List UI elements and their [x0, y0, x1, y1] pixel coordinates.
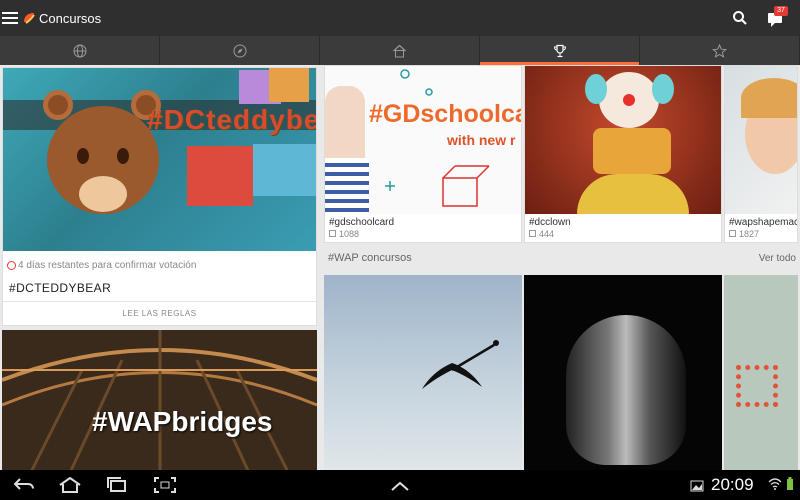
contest-image: #GDschoolca with new r: [325, 66, 521, 214]
section-title: #WAP concursos: [328, 252, 412, 264]
candy-shape: [736, 365, 778, 407]
face-portrait: [566, 315, 686, 465]
photos-icon: [729, 230, 736, 237]
wifi-icon: [768, 478, 782, 490]
bear-ear: [43, 90, 73, 120]
days-left-text: 4 días restantes para confirmar votación: [18, 259, 197, 271]
home-icon: [393, 44, 406, 57]
wapbridges-contest-image[interactable]: #WAPbridges: [2, 330, 317, 470]
back-icon[interactable]: [12, 477, 36, 493]
tile-count: 1827: [725, 228, 797, 242]
home-nav-icon[interactable]: [57, 477, 83, 493]
featured-image[interactable]: #DCteddybear: [3, 68, 316, 251]
tab-contests[interactable]: [480, 36, 640, 65]
tab-home[interactable]: [320, 36, 480, 65]
deadline-info: 4 días restantes para confirmar votación: [3, 251, 316, 273]
tab-favorites[interactable]: [640, 36, 800, 65]
bear-eye: [117, 148, 129, 164]
timer-icon: [7, 260, 16, 270]
contest-tile[interactable]: #wapshapemac 1827: [724, 65, 798, 243]
star-icon: [712, 43, 727, 58]
action-bar: Concursos 37: [0, 0, 800, 36]
tile-label: #dcclown: [529, 217, 571, 228]
clown-body: [577, 174, 689, 214]
menu-icon[interactable]: [2, 12, 18, 24]
clown-accordion: [593, 128, 671, 174]
bear-muzzle: [79, 176, 127, 212]
tab-explore[interactable]: [0, 36, 160, 65]
trophy-icon: [553, 44, 566, 57]
page-title: Concursos: [39, 10, 102, 26]
photos-icon: [329, 230, 336, 237]
search-icon[interactable]: [732, 10, 748, 26]
clown-nose: [623, 94, 635, 106]
contest-tile[interactable]: #dcclown 444: [524, 65, 722, 243]
tile-label: #gdschoolcard: [329, 217, 395, 228]
contest-content: #DCteddybear 4 días restantes para confi…: [0, 65, 800, 470]
toy-block: [253, 144, 316, 196]
contest-image: [725, 66, 797, 214]
wap-contest-tile[interactable]: [324, 275, 522, 470]
wap-contests-row: [324, 275, 800, 470]
tile-count-value: 1827: [739, 228, 760, 239]
tab-discover[interactable]: [160, 36, 320, 65]
bear-eye: [77, 148, 89, 164]
contest-name: #DCTEDDYBEAR: [9, 281, 112, 295]
app-logo: [22, 11, 36, 25]
contest-image: [525, 66, 721, 214]
gallery-notification-icon: [690, 480, 704, 492]
read-rules-button[interactable]: LEE LAS REGLAS: [3, 301, 316, 325]
compass-icon: [233, 44, 246, 57]
wap-contest-tile[interactable]: [724, 275, 798, 470]
tile-count-value: 444: [539, 228, 555, 239]
child-hair: [741, 78, 797, 118]
wap-contests-header: #WAP concursos Ver todo: [324, 247, 800, 269]
tile-label: #wapshapemac: [729, 217, 797, 228]
toy-block: [187, 146, 253, 206]
tab-bar: [0, 36, 800, 65]
screenshot-icon[interactable]: [153, 477, 177, 493]
tile-count: 1088: [325, 228, 521, 242]
chevron-up-icon[interactable]: [390, 480, 410, 492]
hero-hashtag: #DCteddybear: [147, 104, 316, 135]
see-all-link[interactable]: Ver todo: [759, 253, 796, 264]
globe-icon: [73, 44, 86, 57]
wap-contest-tile[interactable]: [524, 275, 722, 470]
tile-count-value: 1088: [339, 228, 360, 239]
featured-contest-card[interactable]: #DCteddybear 4 días restantes para confi…: [2, 67, 317, 326]
tile-count: 444: [525, 228, 721, 242]
clown-hair: [585, 74, 607, 104]
status-clock: 20:09: [711, 475, 754, 494]
contest-tile[interactable]: #GDschoolca with new r #gdschoolcard 108…: [324, 65, 522, 243]
recent-apps-icon[interactable]: [105, 477, 129, 493]
featured-column: #DCteddybear 4 días restantes para confi…: [2, 67, 317, 470]
toy-block: [269, 68, 309, 102]
battery-icon: [787, 477, 793, 490]
system-nav-bar: [0, 470, 800, 500]
contests-column: #GDschoolca with new r #gdschoolcard 108…: [324, 65, 800, 470]
contest-thumbnails: #GDschoolca with new r #gdschoolcard 108…: [324, 65, 800, 243]
bridge-hashtag: #WAPbridges: [92, 406, 273, 437]
photos-icon: [529, 230, 536, 237]
notification-badge: 37: [774, 6, 788, 16]
clown-hair: [652, 74, 674, 104]
